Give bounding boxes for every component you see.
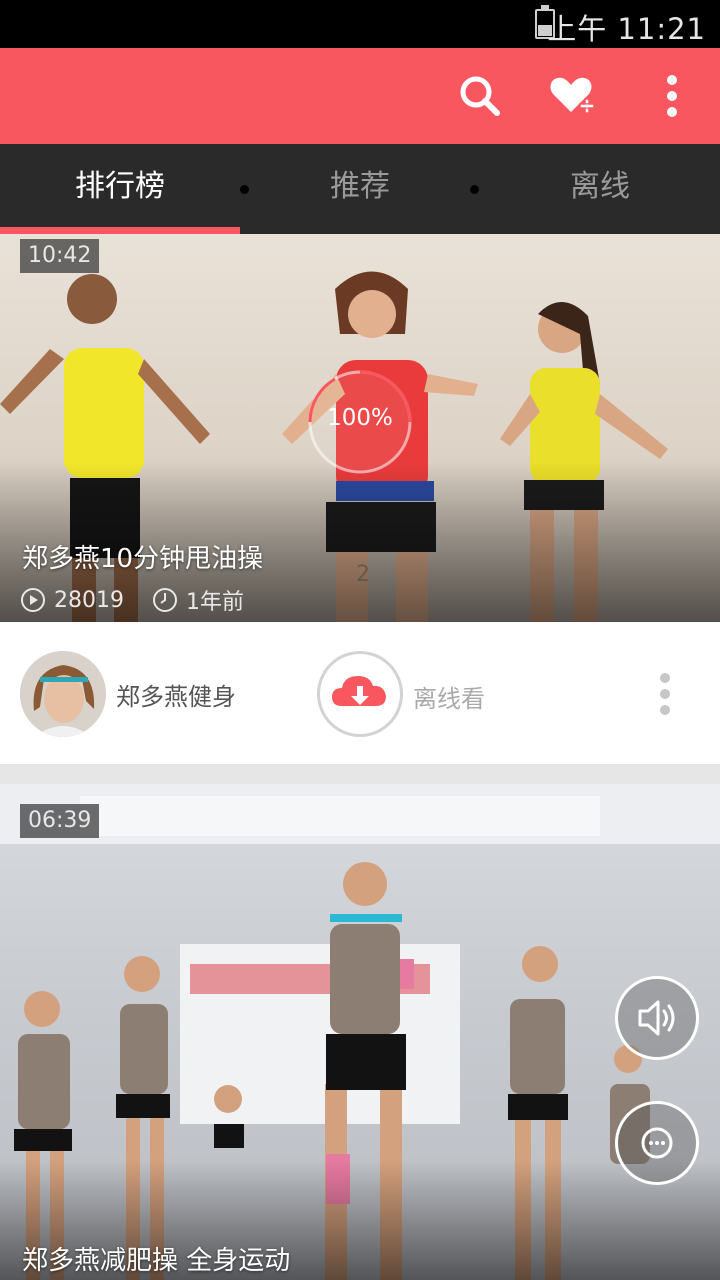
view-count: 28019 (54, 587, 124, 613)
offline-watch-label: 离线看 (413, 685, 485, 713)
search-button[interactable] (452, 68, 508, 124)
heart-plus-icon (550, 77, 595, 114)
comment-button[interactable] (615, 1101, 699, 1185)
cloud-download-icon (332, 676, 386, 706)
overlay-number: 2 (356, 562, 370, 587)
app-bar (0, 48, 720, 144)
video-thumbnail[interactable]: 06:39 郑多燕减肥操 全身运动 (0, 784, 720, 1280)
video-title: 郑多燕10分钟甩油操 (22, 544, 264, 574)
offline-download-button[interactable] (317, 651, 403, 737)
status-bar: 上午 11:21 (0, 0, 720, 48)
tab-divider-dot (470, 185, 479, 194)
favorite-add-button[interactable] (545, 68, 601, 124)
tab-ranking[interactable]: 排行榜 (0, 144, 240, 234)
card-divider (0, 764, 720, 784)
video-info-row: 郑多燕健身 离线看 (0, 624, 720, 764)
tab-offline[interactable]: 离线 (480, 144, 720, 234)
play-count-icon (21, 588, 45, 612)
volume-icon (638, 1000, 675, 1036)
duration-badge: 10:42 (20, 239, 100, 273)
download-progress-label: 100% (327, 405, 393, 431)
search-icon (460, 76, 500, 116)
tab-bar: 排行榜 推荐 离线 (0, 144, 720, 234)
duration-badge: 06:39 (20, 804, 100, 838)
status-time: 上午 11:21 (547, 12, 706, 46)
tab-recommend[interactable]: 推荐 (240, 144, 480, 234)
volume-button[interactable] (615, 976, 699, 1060)
clock-icon (153, 588, 177, 612)
upload-age: 1年前 (186, 590, 244, 615)
tab-indicator (0, 227, 240, 234)
comment-icon (641, 1127, 673, 1159)
video-meta: 28019 1年前 (20, 584, 244, 616)
overflow-menu-button[interactable] (644, 68, 700, 124)
more-vert-icon (667, 75, 677, 117)
video-title: 郑多燕减肥操 全身运动 (22, 1246, 291, 1276)
avatar-image (20, 651, 106, 737)
video-thumbnail[interactable]: 10:42 100% 2 郑多燕10分钟甩油操 28019 1年前 (0, 234, 720, 622)
avatar[interactable] (20, 651, 106, 737)
channel-name[interactable]: 郑多燕健身 (116, 677, 236, 712)
more-vert-icon[interactable] (650, 670, 680, 718)
